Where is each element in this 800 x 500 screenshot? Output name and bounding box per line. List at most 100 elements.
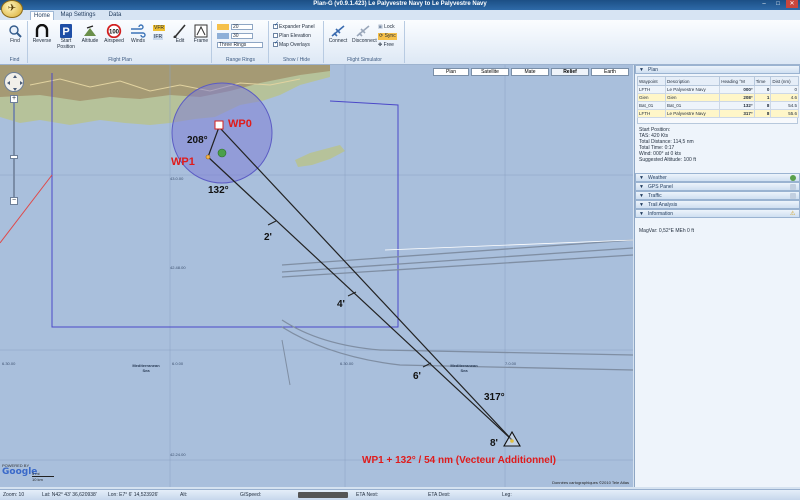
- traffic-section-header[interactable]: ▼ Traffic: [635, 191, 800, 200]
- ifr-toggle[interactable]: IFR: [153, 34, 164, 41]
- table-row[interactable]: Gien Gien 208° 1 4.6: [636, 93, 799, 102]
- range-rings-select[interactable]: Three Rings: [217, 42, 263, 49]
- cell-waypoint: Gien: [636, 93, 667, 102]
- flight-simulator-group: Connect Disconnect ▣ Lock ⟳ Sync ✥ Free …: [325, 21, 405, 63]
- vfr-toggle[interactable]: VFR: [153, 25, 165, 32]
- collapse-arrow-icon: ▼: [639, 211, 644, 217]
- airspace-boundary-red: [0, 174, 53, 244]
- lock-toggle[interactable]: ▣ Lock: [378, 24, 395, 31]
- flight-simulator-group-label: Flight Simulator: [347, 57, 382, 63]
- show-hide-group: Expander Panel Plan Elevation Map Overla…: [270, 21, 324, 63]
- traffic-icon: [790, 193, 796, 199]
- reverse-button[interactable]: Reverse: [31, 24, 53, 44]
- start-position-button[interactable]: P Start Position: [55, 24, 77, 50]
- col-time[interactable]: Time: [753, 76, 772, 86]
- wp1-marker[interactable]: [205, 154, 211, 160]
- winds-label: Winds: [131, 38, 145, 44]
- zoom-track[interactable]: [13, 103, 15, 197]
- table-row[interactable]: LFTH Le Palyvestre Navy 317° 8 55.6: [636, 109, 799, 118]
- weather-section-header[interactable]: ▼ Weather: [635, 173, 800, 182]
- trail-analysis-section-header[interactable]: ▼ Trail Analysis: [635, 200, 800, 209]
- zoom-handle[interactable]: [10, 155, 18, 159]
- information-section-header[interactable]: ▼ Information ⚠: [635, 209, 800, 218]
- cell-waypoint: Bat_01: [636, 101, 667, 110]
- connect-button[interactable]: Connect: [327, 24, 349, 44]
- zoom-out-icon[interactable]: −: [10, 197, 18, 205]
- gps-section-header[interactable]: ▼ GPS Panel: [635, 182, 800, 191]
- ring-2-input[interactable]: 30: [231, 33, 253, 39]
- window-controls: – □ ✕: [758, 0, 798, 8]
- expand-arrow-icon: ▼: [639, 202, 644, 208]
- airport-icon[interactable]: [217, 148, 227, 158]
- plan-elevation-label: Plan Elevation: [279, 33, 311, 39]
- table-row[interactable]: LFTH Le Palyvestre Navy 000° 0 0: [636, 85, 799, 94]
- table-header-row: Waypoint Description Heading °M Time Dis…: [636, 76, 799, 86]
- close-icon[interactable]: ✕: [786, 0, 798, 8]
- trail-analysis-section-title: Trail Analysis: [648, 202, 678, 208]
- warning-icon: ⚠: [790, 211, 796, 217]
- status-eta-next: ETA Next:: [356, 492, 379, 498]
- table-scrollbar[interactable]: [637, 118, 798, 124]
- plan-section-header[interactable]: ▼ Plan: [635, 65, 800, 74]
- ring-1-input[interactable]: 20: [231, 24, 253, 30]
- maptype-mate[interactable]: Mate: [511, 68, 549, 76]
- col-heading[interactable]: Heading °M: [719, 76, 755, 86]
- zoom-control[interactable]: + −: [10, 95, 18, 205]
- cell-dist: 4.6: [770, 93, 799, 102]
- gps-section-title: GPS Panel: [648, 184, 673, 190]
- maptype-plan[interactable]: Plan: [433, 68, 469, 76]
- tab-home[interactable]: Home: [30, 11, 54, 20]
- edit-button[interactable]: Edit: [169, 24, 191, 44]
- show-hide-group-label: Show / Hide: [283, 57, 310, 63]
- maptype-earth[interactable]: Earth: [591, 68, 629, 76]
- plan-elevation-checkbox[interactable]: Plan Elevation: [273, 33, 311, 40]
- zoom-in-icon[interactable]: +: [10, 95, 18, 103]
- map-overlays-checkbox[interactable]: Map Overlays: [273, 40, 310, 49]
- map-view[interactable]: Plan Satellite Mate Relief Earth + − WP0…: [0, 65, 633, 487]
- cell-description: Bat_01: [665, 101, 721, 110]
- free-toggle[interactable]: ✥ Free: [378, 42, 394, 49]
- cell-waypoint: LFTH: [636, 85, 667, 94]
- col-waypoint[interactable]: Waypoint: [636, 76, 667, 86]
- time-mark-4: 4': [337, 299, 345, 310]
- app-menu-button[interactable]: ✈: [1, 0, 23, 18]
- col-description[interactable]: Description: [665, 76, 721, 86]
- disconnect-button[interactable]: Disconnect: [352, 24, 377, 44]
- expand-arrow-icon: ▼: [639, 175, 644, 181]
- maximize-icon[interactable]: □: [772, 0, 784, 8]
- sync-toggle[interactable]: ⟳ Sync: [378, 33, 397, 40]
- tab-data[interactable]: Data: [104, 11, 126, 20]
- time-mark-6: 6': [413, 371, 421, 382]
- expander-panel-label: Expander Panel: [279, 24, 315, 30]
- expand-arrow-icon: ▼: [639, 184, 644, 190]
- table-row[interactable]: Bat_01 Bat_01 132° 8 54.5: [636, 101, 799, 110]
- title-bar: Plan-G (v0.9.1.423) Le Palyvestre Navy t…: [0, 0, 800, 10]
- wp0-marker[interactable]: [214, 120, 224, 130]
- find-button[interactable]: Find: [4, 24, 26, 44]
- time-tick-2: [267, 220, 277, 226]
- cell-time: 1: [753, 93, 772, 102]
- cell-time: 8: [753, 109, 772, 118]
- maptype-relief[interactable]: Relief: [551, 68, 589, 76]
- airspeed-button[interactable]: 100 Airspeed: [103, 24, 125, 44]
- pan-control[interactable]: [4, 72, 24, 92]
- frame-button[interactable]: Frame: [190, 24, 212, 44]
- status-leg: Leg:: [502, 492, 512, 498]
- airspeed-label: Airspeed: [104, 38, 124, 44]
- grid-label-lat-0: 43.0.00: [170, 176, 184, 181]
- expander-panel: ▼ Plan Waypoint Description Heading °M Ti…: [634, 65, 800, 487]
- altitude-label: Altitude: [81, 38, 99, 44]
- heading-132-label: 132°: [208, 185, 229, 196]
- grid-label-lat-2: 42.24.00: [170, 452, 186, 457]
- col-dist[interactable]: Dist (nm): [770, 76, 799, 86]
- altitude-button[interactable]: Altitude: [79, 24, 101, 44]
- status-eta-dest: ETA Dest:: [428, 492, 451, 498]
- winds-button[interactable]: Winds: [127, 24, 149, 44]
- speed-limit-icon: 100: [106, 24, 122, 38]
- maptype-satellite[interactable]: Satellite: [471, 68, 509, 76]
- cell-waypoint: LFTH: [636, 109, 667, 118]
- minimize-icon[interactable]: –: [758, 0, 770, 8]
- expander-panel-checkbox[interactable]: Expander Panel: [273, 22, 315, 31]
- leg-wp1-dest: [207, 156, 513, 441]
- tab-map-settings[interactable]: Map Settings: [58, 11, 98, 20]
